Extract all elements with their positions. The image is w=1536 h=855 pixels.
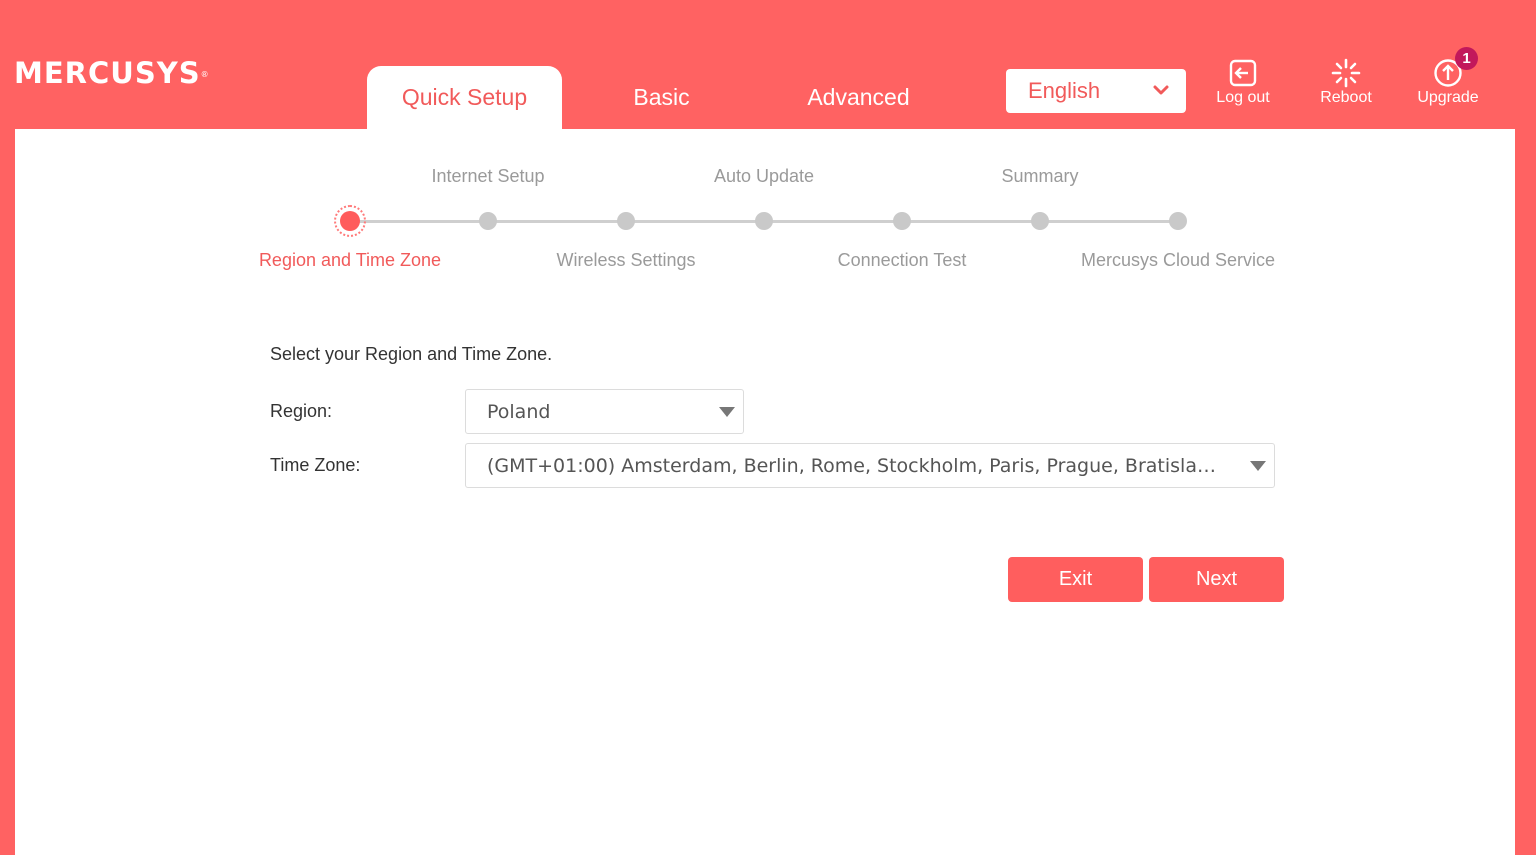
- step-label-cloud: Mercusys Cloud Service: [1080, 250, 1276, 270]
- step-dot-internet: [479, 212, 497, 230]
- tab-basic-label: Basic: [633, 84, 690, 110]
- step-label-wireless: Wireless Settings: [556, 250, 696, 270]
- upgrade-label: Upgrade: [1417, 89, 1479, 106]
- logout-label: Log out: [1216, 89, 1270, 106]
- next-button[interactable]: Next: [1149, 557, 1284, 602]
- upgrade-badge: 1: [1455, 47, 1478, 70]
- step-label-auto-update: Auto Update: [713, 166, 815, 186]
- tab-basic[interactable]: Basic: [594, 66, 729, 129]
- step-dot-auto-update: [755, 212, 773, 230]
- language-value: English: [1028, 78, 1101, 103]
- timezone-value: (GMT+01:00) Amsterdam, Berlin, Rome, Sto…: [487, 454, 1274, 477]
- tab-quick-setup-label: Quick Setup: [401, 84, 528, 110]
- reboot-icon: [1331, 58, 1361, 88]
- step-dot-connection-test: [893, 212, 911, 230]
- mercusys-logo: MERCUSYS®: [14, 56, 210, 90]
- step-dot-region: [334, 205, 366, 237]
- form-instruction: Select your Region and Time Zone.: [270, 344, 553, 364]
- logout-icon: [1229, 59, 1257, 87]
- logout-button[interactable]: Log out: [1203, 58, 1283, 114]
- exit-button[interactable]: Exit: [1008, 557, 1143, 602]
- tab-advanced-label: Advanced: [807, 84, 910, 110]
- main-content: [15, 129, 1515, 855]
- region-select[interactable]: Poland: [465, 389, 744, 434]
- language-select[interactable]: English: [1006, 69, 1186, 113]
- tab-quick-setup[interactable]: Quick Setup: [367, 66, 562, 129]
- reboot-label: Reboot: [1320, 89, 1372, 106]
- step-label-connection-test: Connection Test: [837, 250, 967, 270]
- step-dot-cloud: [1169, 212, 1187, 230]
- region-label: Region:: [270, 401, 333, 421]
- upgrade-button[interactable]: Upgrade: [1408, 58, 1488, 114]
- caret-down-icon: [719, 407, 735, 417]
- reboot-button[interactable]: Reboot: [1306, 58, 1386, 114]
- caret-down-icon: [1250, 461, 1266, 471]
- step-label-internet: Internet Setup: [431, 166, 545, 186]
- region-value: Poland: [487, 400, 551, 423]
- top-header: MERCUSYS® Quick Setup Basic Advanced Eng…: [0, 0, 1536, 129]
- step-label-region: Region and Time Zone: [258, 250, 442, 270]
- timezone-label: Time Zone:: [270, 455, 361, 475]
- chevron-down-icon: [1153, 85, 1169, 95]
- step-dot-wireless: [617, 212, 635, 230]
- timezone-select[interactable]: (GMT+01:00) Amsterdam, Berlin, Rome, Sto…: [465, 443, 1275, 488]
- step-dot-summary: [1031, 212, 1049, 230]
- logo-trademark: ®: [200, 70, 210, 79]
- logo-text: MERCUSYS: [14, 56, 201, 90]
- tab-advanced[interactable]: Advanced: [785, 66, 932, 129]
- step-label-summary: Summary: [1001, 166, 1079, 186]
